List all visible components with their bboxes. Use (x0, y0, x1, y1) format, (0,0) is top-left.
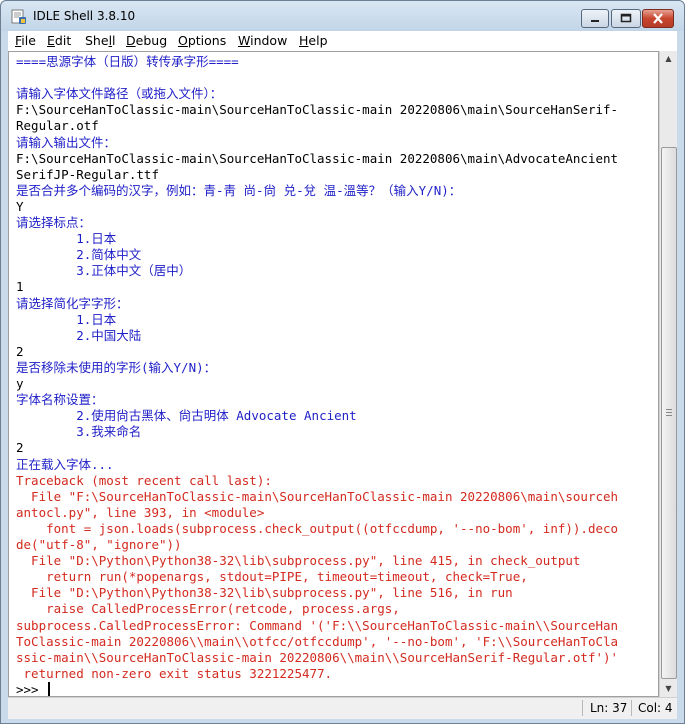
menu-debug[interactable]: Debug (126, 33, 167, 48)
output-line: 1.日本 (16, 231, 117, 247)
output-line: 请输入字体文件路径（或拖入文件）： (16, 86, 223, 102)
output-line: 请选择简化字字形： (16, 295, 129, 311)
input-line: Y (16, 198, 24, 214)
input-line: F:\SourceHanToClassic-main\SourceHanToCl… (16, 102, 619, 118)
scroll-down-arrow-icon[interactable]: ▼ (660, 681, 677, 697)
traceback-line: antocl.py", line 393, in <module> (16, 504, 265, 520)
output-line: 2.使用尙古黑体、尙古明体 Advocate Ancient (16, 408, 357, 424)
input-line: Regular.otf (16, 118, 99, 134)
traceback-line: File "D:\Python\Python38-32\lib\subproce… (16, 585, 513, 601)
close-icon (653, 13, 663, 24)
menu-edit[interactable]: Edit (47, 33, 71, 48)
text-cursor (48, 681, 51, 696)
maximize-button[interactable] (611, 9, 641, 28)
traceback-line: ssic-main\\SourceHanToClassic-main 20220… (16, 649, 619, 665)
title-bar[interactable]: IDLE Shell 3.8.10 (1, 1, 684, 31)
output-line: 1.日本 (16, 311, 117, 327)
scroll-up-arrow-icon[interactable]: ▲ (660, 51, 677, 67)
output-line: 请选择标点： (16, 215, 92, 230)
traceback-line: returned non-zero exit status 3221225477… (16, 665, 333, 681)
output-line: 请输入输出文件： (16, 134, 117, 150)
traceback-line: de("utf-8", "ignore")) (16, 537, 182, 552)
idle-python-icon (11, 9, 26, 24)
output-line: 2.简体中文 (16, 247, 142, 263)
traceback-line: raise CalledProcessError(retcode, proces… (16, 601, 400, 617)
scrollbar-thumb[interactable] (661, 147, 677, 679)
input-line: 2 (16, 343, 24, 359)
shell-prompt[interactable]: >>> (16, 681, 51, 697)
close-button[interactable] (642, 9, 674, 28)
traceback-line: return run(*popenargs, stdout=PIPE, time… (16, 569, 528, 585)
input-line: SerifJP-Regular.ttf (16, 166, 159, 182)
traceback-line: Traceback (most recent call last): (16, 472, 272, 488)
output-line: 3.我来命名 (16, 424, 142, 440)
menu-shell[interactable]: Shell (85, 33, 116, 48)
menu-options[interactable]: Options (178, 33, 226, 48)
prompt-symbol: >>> (16, 681, 47, 697)
input-line: 1 (16, 279, 24, 295)
idle-shell-window: IDLE Shell 3.8.10 File Edit Shell Debug Opti… (0, 0, 685, 724)
output-line: 2.中国大陆 (16, 327, 142, 343)
output-line: 是否移除未使用的字形(输入Y/N)： (16, 359, 217, 375)
menu-bar: File Edit Shell Debug Options Window Help (8, 31, 677, 52)
input-line: 2 (16, 440, 24, 456)
maximize-icon (620, 13, 632, 23)
menu-window[interactable]: Window (238, 33, 287, 48)
window-title: IDLE Shell 3.8.10 (33, 9, 136, 23)
shell-text-area[interactable]: ====思源字体（日版）转传承字形==== 请输入字体文件路径（或拖入文件）： F:… (8, 51, 659, 697)
traceback-line: File "F:\SourceHanToClassic-main\SourceH… (16, 488, 619, 504)
traceback-line: subprocess.CalledProcessError: Command '… (16, 617, 619, 633)
traceback-line: File "D:\Python\Python38-32\lib\subproce… (16, 553, 581, 569)
line-number: Ln: 37 (590, 701, 628, 715)
traceback-line: font = json.loads(subprocess.check_outpu… (16, 520, 619, 536)
output-line: 3.正体中文（居中） (16, 263, 192, 279)
input-line: F:\SourceHanToClassic-main\SourceHanToCl… (16, 150, 619, 166)
vertical-scrollbar[interactable]: ▲ ▼ (659, 51, 677, 697)
status-bar: Ln: 37 Col: 4 (8, 697, 677, 719)
output-line: 是否合并多个编码的汉字，例如：青-靑 尚-尙 兑-兌 温-溫等？（输入Y/N)： (16, 182, 462, 198)
output-line: 正在载入字体... (16, 456, 114, 472)
traceback-line: ToClassic-main 20220806\\main\\otfcc/otf… (16, 633, 619, 649)
input-line: y (16, 376, 24, 391)
output-line: 字体名称设置： (16, 392, 104, 408)
minimize-icon (591, 20, 599, 22)
minimize-button[interactable] (581, 9, 609, 28)
column-number: Col: 4 (638, 701, 673, 715)
menu-help[interactable]: Help (299, 33, 328, 48)
menu-file[interactable]: File (15, 33, 36, 48)
output-line: ====思源字体（日版）转传承字形==== (16, 54, 239, 69)
